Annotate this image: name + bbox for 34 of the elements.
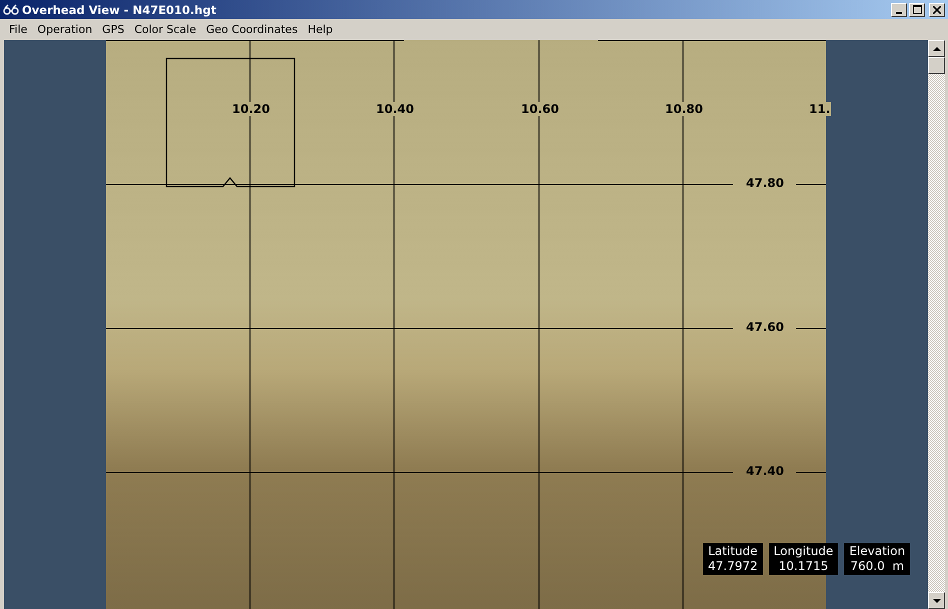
scroll-down-button[interactable] — [928, 592, 945, 609]
latitude-label: 47.60 — [745, 320, 785, 334]
close-button[interactable] — [929, 2, 945, 16]
menu-item[interactable]: Help — [302, 23, 338, 36]
down-arrow-icon — [932, 598, 940, 602]
menu-item[interactable]: Color Scale — [129, 23, 202, 36]
menu-item[interactable]: Operation — [32, 23, 98, 36]
readout-value: 47.7972 — [708, 559, 758, 574]
longitude-label: 10.20 — [231, 102, 271, 116]
selection-frame[interactable] — [166, 58, 296, 188]
readout-value: 10.1715 — [778, 559, 828, 574]
readout-value: 760.0 m — [850, 559, 904, 574]
up-arrow-icon — [932, 46, 940, 50]
maximize-icon — [912, 5, 922, 14]
close-icon — [933, 6, 941, 14]
readout-label: Elevation — [849, 544, 906, 559]
longitude-label: 11. — [808, 102, 832, 116]
window-title: Overhead View - N47E010.hgt — [22, 2, 218, 16]
glasses-icon — [3, 4, 19, 16]
longitude-label: 10.60 — [520, 102, 560, 116]
latitude-label: 47.40 — [745, 464, 785, 478]
maximize-button[interactable] — [909, 2, 925, 16]
scroll-thumb[interactable] — [928, 57, 945, 74]
readout-label: Latitude — [708, 544, 758, 559]
latitude-label: 47.80 — [745, 176, 785, 190]
minimize-icon — [896, 12, 902, 14]
readout-label: Longitude — [774, 544, 834, 559]
menu-item[interactable]: GPS — [97, 23, 130, 36]
longitude-label: 10.40 — [375, 102, 415, 116]
menu-item[interactable]: Geo Coordinates — [201, 23, 303, 36]
minimize-button[interactable] — [891, 2, 907, 16]
scroll-up-button[interactable] — [928, 40, 945, 57]
longitude-label: 10.80 — [664, 102, 704, 116]
menu-item[interactable]: File — [4, 23, 32, 36]
